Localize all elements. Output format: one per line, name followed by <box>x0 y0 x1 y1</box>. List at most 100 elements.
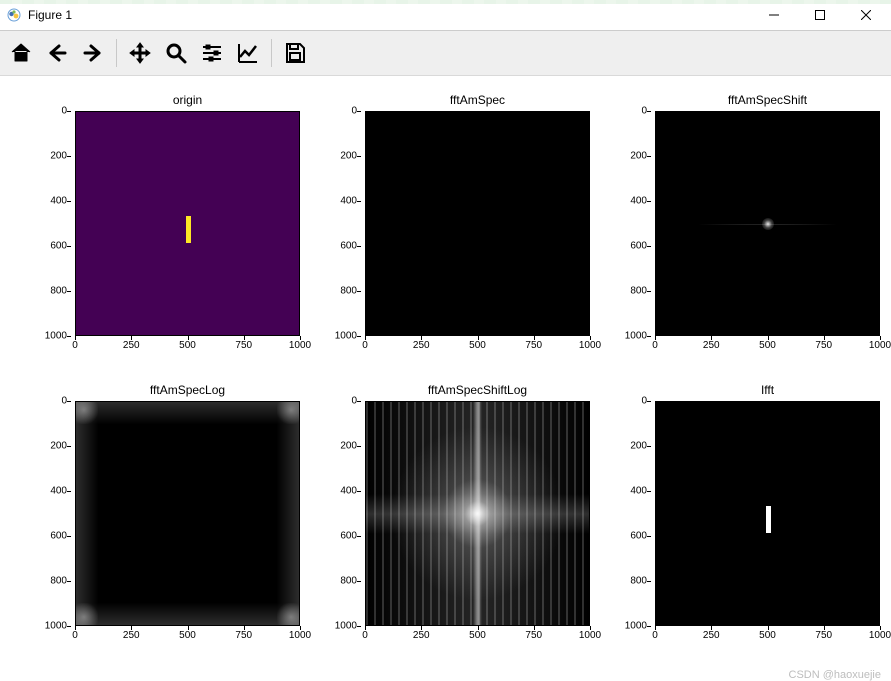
x-ticks: 02505007501000 <box>75 336 300 354</box>
x-tick-label: 1000 <box>289 340 311 351</box>
app-icon <box>6 7 22 23</box>
y-tick-label: 600 <box>50 531 67 542</box>
axes-title: fftAmSpecShift <box>655 93 880 107</box>
x-tick-label: 250 <box>703 340 720 351</box>
forward-button[interactable] <box>76 36 110 70</box>
subplot-fftAmSpecShiftLog: fftAmSpecShiftLog02004006008001000025050… <box>325 401 590 644</box>
x-tick-label: 500 <box>179 630 196 641</box>
y-tick-label: 800 <box>340 286 357 297</box>
x-tick-label: 0 <box>72 630 78 641</box>
y-tick-label: 1000 <box>625 621 647 632</box>
axes-image <box>655 111 880 336</box>
axes-image <box>75 401 300 626</box>
y-tick-label: 1000 <box>45 621 67 632</box>
y-tick-label: 200 <box>630 441 647 452</box>
zoom-button[interactable] <box>159 36 193 70</box>
axes-image <box>365 111 590 336</box>
y-ticks: 02004006008001000 <box>615 111 651 336</box>
x-tick-label: 750 <box>525 630 542 641</box>
subplot-Ifft: Ifft0200400600800100002505007501000 <box>615 401 880 644</box>
y-tick-label: 1000 <box>335 331 357 342</box>
x-tick-label: 1000 <box>579 340 601 351</box>
y-tick-label: 400 <box>50 196 67 207</box>
x-tick-label: 750 <box>235 630 252 641</box>
figure-canvas[interactable]: CSDN @haoxuejie origin 0 200 400 600 800 1000 0… <box>0 76 891 681</box>
y-ticks: 02004006008001000 <box>325 401 361 626</box>
y-tick-label: 200 <box>340 441 357 452</box>
origin-bar <box>186 216 191 243</box>
subplot-origin: origin0200400600800100002505007501000 <box>35 111 300 354</box>
save-button[interactable] <box>278 36 312 70</box>
y-tick-label: 800 <box>340 576 357 587</box>
x-tick-label: 250 <box>413 630 430 641</box>
x-tick-label: 1000 <box>579 630 601 641</box>
watermark: CSDN @haoxuejie <box>789 669 882 681</box>
subplot-fftAmSpecShift: fftAmSpecShift02004006008001000025050075… <box>615 111 880 354</box>
x-tick-label: 250 <box>413 340 430 351</box>
y-tick-label: 800 <box>50 286 67 297</box>
axes-title: fftAmSpec <box>365 93 590 107</box>
x-tick-label: 250 <box>123 340 140 351</box>
window-maximize-button[interactable] <box>797 0 843 30</box>
y-tick-label: 400 <box>630 486 647 497</box>
ifft-bar <box>766 506 771 533</box>
subplot-fftAmSpecLog: fftAmSpecLog0200400600800100002505007501… <box>35 401 300 644</box>
x-tick-label: 750 <box>235 340 252 351</box>
y-tick-label: 400 <box>630 196 647 207</box>
matplotlib-toolbar <box>0 31 891 76</box>
y-ticks: 02004006008001000 <box>35 111 71 336</box>
y-tick-label: 800 <box>630 576 647 587</box>
x-tick-label: 750 <box>815 630 832 641</box>
x-tick-label: 500 <box>469 630 486 641</box>
axes-title: origin <box>75 93 300 107</box>
configure-subplots-button[interactable] <box>195 36 229 70</box>
y-tick-label: 400 <box>340 196 357 207</box>
window-titlebar: Figure 1 <box>0 0 891 31</box>
window-close-button[interactable] <box>843 0 889 30</box>
y-ticks: 02004006008001000 <box>325 111 361 336</box>
axes-image <box>75 111 300 336</box>
y-tick-label: 800 <box>50 576 67 587</box>
x-tick-label: 750 <box>525 340 542 351</box>
x-tick-label: 250 <box>123 630 140 641</box>
y-tick-label: 1000 <box>45 331 67 342</box>
x-ticks: 02505007501000 <box>655 336 880 354</box>
y-ticks: 02004006008001000 <box>35 401 71 626</box>
y-ticks: 02004006008001000 <box>615 401 651 626</box>
x-tick-label: 1000 <box>869 340 891 351</box>
edit-axes-button[interactable] <box>231 36 265 70</box>
axes-title: fftAmSpecLog <box>75 383 300 397</box>
y-tick-label: 200 <box>340 151 357 162</box>
axes-title: Ifft <box>655 383 880 397</box>
window-minimize-button[interactable] <box>751 0 797 30</box>
y-tick-label: 1000 <box>625 331 647 342</box>
x-tick-label: 1000 <box>289 630 311 641</box>
pan-button[interactable] <box>123 36 157 70</box>
toolbar-separator <box>271 39 272 67</box>
y-tick-label: 400 <box>340 486 357 497</box>
x-tick-label: 0 <box>362 630 368 641</box>
y-tick-label: 200 <box>50 151 67 162</box>
x-tick-label: 0 <box>72 340 78 351</box>
axes-image <box>365 401 590 626</box>
back-button[interactable] <box>40 36 74 70</box>
y-tick-label: 800 <box>630 286 647 297</box>
y-tick-label: 600 <box>340 531 357 542</box>
x-tick-label: 500 <box>469 340 486 351</box>
x-tick-label: 500 <box>759 630 776 641</box>
y-tick-label: 200 <box>630 151 647 162</box>
window-title: Figure 1 <box>28 8 72 22</box>
x-tick-label: 0 <box>652 630 658 641</box>
subplot-fftAmSpec: fftAmSpec0200400600800100002505007501000 <box>325 111 590 354</box>
home-button[interactable] <box>4 36 38 70</box>
axes-title: fftAmSpecShiftLog <box>365 383 590 397</box>
y-tick-label: 1000 <box>335 621 357 632</box>
x-tick-label: 0 <box>652 340 658 351</box>
y-tick-label: 200 <box>50 441 67 452</box>
x-ticks: 02505007501000 <box>365 336 590 354</box>
toolbar-separator <box>116 39 117 67</box>
axes-image <box>655 401 880 626</box>
x-ticks: 02505007501000 <box>655 626 880 644</box>
y-tick-label: 400 <box>50 486 67 497</box>
y-tick-label: 600 <box>340 241 357 252</box>
